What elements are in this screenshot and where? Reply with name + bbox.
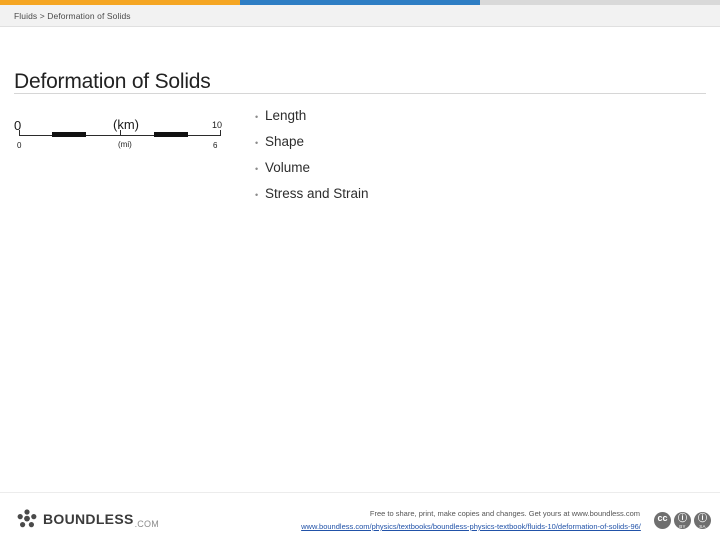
scale-km-unit-label: (km) <box>113 117 139 132</box>
bullet-icon: • <box>255 138 259 149</box>
scale-tick-end <box>220 130 221 136</box>
scale-block-1 <box>52 132 86 137</box>
bullet-icon: • <box>255 190 259 201</box>
boundless-mark-icon <box>16 508 38 530</box>
scale-block-2 <box>154 132 188 137</box>
bullet-label-stress-and-strain: Stress and Strain <box>265 186 369 202</box>
map-scale-figure: 0 (km) 10 0 (mi) 6 <box>14 108 234 156</box>
breadcrumb[interactable]: Fluids > Deformation of Solids <box>14 11 131 21</box>
breadcrumb-bar: Fluids > Deformation of Solids <box>0 5 720 27</box>
scale-km-max-label: 10 <box>212 120 223 130</box>
scale-mi-min-label: 0 <box>17 141 22 150</box>
bullet-label-length: Length <box>265 108 307 123</box>
scale-mi-unit-label: (mi) <box>118 140 132 149</box>
creative-commons-badges: cc ⓘ BY ⓘ SA <box>654 512 711 529</box>
cc-sa-icon-glyph: ⓘ <box>697 513 707 523</box>
page-title: Deformation of Solids <box>14 70 211 94</box>
scale-tick-start <box>19 130 20 136</box>
cc-by-icon-sub: BY <box>679 524 686 529</box>
cc-sa-icon-sub: SA <box>699 524 706 529</box>
list-item: • Volume <box>255 160 585 176</box>
cc-icon: cc <box>654 512 671 529</box>
footer-divider <box>0 492 720 493</box>
bullet-label-shape: Shape <box>265 134 305 150</box>
list-item: • Stress and Strain <box>255 186 585 202</box>
bullet-label-volume: Volume <box>265 160 311 176</box>
topic-bullet-list: • Length • Shape • Volume • Stress and S… <box>255 108 585 212</box>
bullet-icon: • <box>255 164 259 175</box>
footer-source-link[interactable]: www.boundless.com/physics/textbooks/boun… <box>285 522 657 532</box>
scale-km-min-label: 0 <box>14 118 22 133</box>
scale-mi-max-label: 6 <box>213 141 218 150</box>
boundless-wordmark: BOUNDLESS <box>43 511 134 527</box>
boundless-logo: BOUNDLESS .COM <box>16 508 159 530</box>
cc-sa-icon: ⓘ SA <box>694 512 711 529</box>
bullet-icon: • <box>255 112 259 122</box>
footer-note: Free to share, print, make copies and ch… <box>369 509 641 518</box>
list-item: • Length <box>255 108 585 124</box>
list-item: • Shape <box>255 134 585 150</box>
cc-icon-glyph: cc <box>657 513 668 523</box>
cc-by-icon: ⓘ BY <box>674 512 691 529</box>
cc-by-icon-glyph: ⓘ <box>677 513 687 523</box>
title-divider <box>14 93 706 94</box>
scale-tick-mid <box>120 130 121 136</box>
boundless-dotcom: .COM <box>134 519 159 529</box>
